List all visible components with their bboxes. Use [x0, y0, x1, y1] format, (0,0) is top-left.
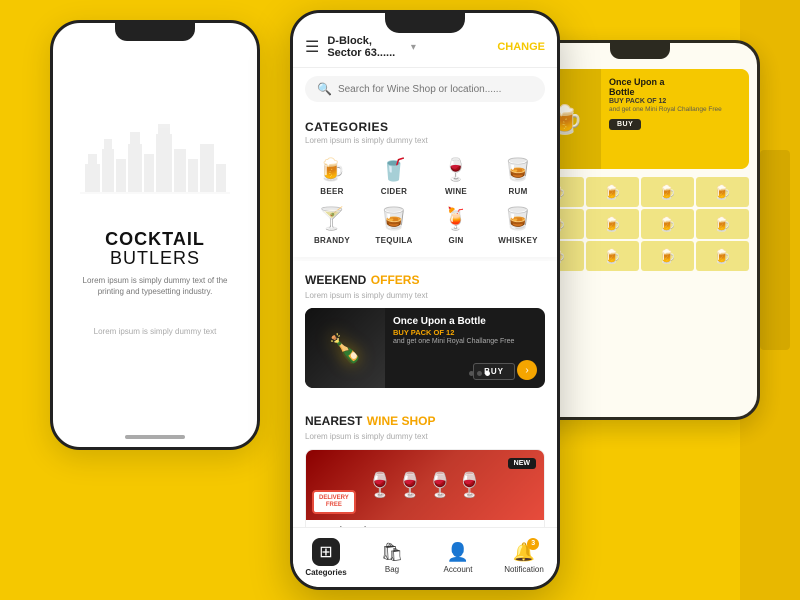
- offer-dots: [469, 371, 490, 376]
- home-indicator: [125, 435, 185, 439]
- location-arrow-icon: ▾: [411, 42, 416, 53]
- cat-gin[interactable]: 🍹 GIN: [429, 204, 483, 245]
- nearest-highlight-label: WINE SHOP: [367, 414, 436, 428]
- bag-nav-icon: 🛍: [381, 542, 404, 563]
- categories-nav-label: Categories: [305, 568, 346, 577]
- cat-tequila-label: TEQUILA: [375, 236, 412, 245]
- second-bottles-grid: 🍺 🍺 🍺 🍺 🍺 🍺 🍺 🍺 🍺 🍺 🍺 🍺: [531, 177, 749, 271]
- offer-free: and get one Mini Royal Challange Free: [393, 338, 537, 345]
- account-nav-label: Account: [444, 565, 473, 574]
- cat-beer[interactable]: 🍺 BEER: [305, 155, 359, 196]
- new-badge: NEW: [508, 458, 536, 469]
- categories-grid: 🍺 BEER 🥤 CIDER 🍷 WINE 🥃 RUM: [305, 155, 545, 245]
- phone-main: ☰ D-Block, Sector 63...... ▾ CHANGE 🔍 CA…: [290, 10, 560, 590]
- second-offer-card: 12 🍺 Once Upon aBottle BUY PACK OF 12 an…: [531, 69, 749, 169]
- tequila-icon: 🥃: [380, 204, 407, 234]
- categories-title: CATEGORIES: [305, 120, 545, 134]
- brandy-icon: 🍸: [318, 204, 345, 234]
- menu-icon[interactable]: ☰: [305, 37, 319, 57]
- second-offer-free: and get one Mini Royal Challange Free: [609, 106, 741, 113]
- app-title: COCKTAIL BUTLERS: [73, 230, 237, 270]
- cat-whiskey-label: WHISKEY: [498, 236, 537, 245]
- change-button[interactable]: CHANGE: [497, 41, 545, 53]
- cider-icon: 🥤: [380, 155, 407, 185]
- phone-left-notch: [115, 23, 195, 41]
- rum-icon: 🥃: [504, 155, 531, 185]
- nearest-subtitle: Lorem ipsum is simply dummy text: [305, 432, 545, 441]
- offers-section: WEEKEND OFFERS Lorem ipsum is simply dum…: [293, 261, 557, 398]
- cat-whiskey[interactable]: 🥃 WHISKEY: [491, 204, 545, 245]
- left-phone-content: COCKTAIL BUTLERS Lorem ipsum is simply d…: [53, 210, 257, 357]
- offer-pack: BUY PACK OF 12: [393, 328, 537, 337]
- categories-nav-icon: ⊞: [312, 538, 340, 566]
- location-text: D-Block, Sector 63......: [327, 35, 408, 59]
- offers-subtitle: Lorem ipsum is simply dummy text: [305, 291, 545, 300]
- offer-image: 🍾: [305, 308, 385, 388]
- app-subtitle: Lorem ipsum is simply dummy text of the …: [73, 275, 237, 297]
- whiskey-icon: 🥃: [504, 204, 531, 234]
- cat-wine-label: WINE: [445, 187, 467, 196]
- second-offer-pack: BUY PACK OF 12: [609, 98, 741, 105]
- cat-wine[interactable]: 🍷 WINE: [429, 155, 483, 196]
- dot-1: [469, 371, 474, 376]
- dot-3: [485, 371, 490, 376]
- cat-tequila[interactable]: 🥃 TEQUILA: [367, 204, 421, 245]
- nearest-title: NEAREST WINE SHOP: [305, 412, 545, 430]
- bg-right-inner: [760, 150, 790, 350]
- offer-card[interactable]: 🍾 Once Upon a Bottle BUY PACK OF 12 and …: [305, 308, 545, 388]
- cat-beer-label: BEER: [320, 187, 343, 196]
- nearest-label: NEAREST: [305, 414, 362, 428]
- cat-brandy-label: BRANDY: [314, 236, 350, 245]
- phone-left: COCKTAIL BUTLERS Lorem ipsum is simply d…: [50, 20, 260, 450]
- categories-section: CATEGORIES Lorem ipsum is simply dummy t…: [293, 110, 557, 257]
- cat-gin-label: GIN: [448, 236, 463, 245]
- search-icon: 🔍: [317, 82, 332, 96]
- search-input[interactable]: [338, 84, 533, 95]
- offer-title: Once Upon a Bottle: [393, 316, 537, 327]
- cat-cider-label: CIDER: [381, 187, 407, 196]
- categories-subtitle: Lorem ipsum is simply dummy text: [305, 136, 545, 145]
- bottle-icon: 🍾: [328, 332, 363, 365]
- phone-second-notch: [610, 43, 670, 59]
- screen-content[interactable]: CATEGORIES Lorem ipsum is simply dummy t…: [293, 110, 557, 587]
- offer-next-button[interactable]: ›: [517, 360, 537, 380]
- second-offer-title: Once Upon aBottle: [609, 77, 741, 97]
- dot-2: [477, 371, 482, 376]
- app-bottom-text: Lorem ipsum is simply dummy text: [94, 327, 217, 336]
- second-offer-content: Once Upon aBottle BUY PACK OF 12 and get…: [601, 69, 749, 169]
- delivery-badge: DELIVERYFREE: [312, 490, 356, 514]
- phone-main-notch: [385, 13, 465, 33]
- notification-badge: 3: [527, 538, 539, 550]
- nav-account[interactable]: 👤 Account: [425, 542, 491, 574]
- nav-categories[interactable]: ⊞ Categories: [293, 538, 359, 577]
- bag-nav-label: Bag: [385, 565, 399, 574]
- second-buy-button[interactable]: BUY: [609, 119, 641, 130]
- cat-rum-label: RUM: [508, 187, 527, 196]
- cat-rum[interactable]: 🥃 RUM: [491, 155, 545, 196]
- nav-notification[interactable]: 🔔 3 Notification: [491, 542, 557, 574]
- city-skyline-icon: [80, 114, 230, 194]
- grid-icon: ⊞: [312, 538, 340, 566]
- notification-nav-label: Notification: [504, 565, 544, 574]
- search-bar[interactable]: 🔍: [305, 76, 545, 102]
- nav-bag[interactable]: 🛍 Bag: [359, 542, 425, 574]
- offers-highlight-label: OFFERS: [371, 273, 420, 287]
- account-nav-icon: 👤: [447, 542, 469, 563]
- beer-icon: 🍺: [318, 155, 345, 185]
- cat-cider[interactable]: 🥤 CIDER: [367, 155, 421, 196]
- cat-brandy[interactable]: 🍸 BRANDY: [305, 204, 359, 245]
- notification-nav-icon: 🔔 3: [513, 542, 535, 563]
- phone-screen: ☰ D-Block, Sector 63...... ▾ CHANGE 🔍 CA…: [293, 13, 557, 587]
- gin-icon: 🍹: [442, 204, 469, 234]
- weekend-title: WEEKEND OFFERS: [305, 271, 545, 289]
- bottom-nav: ⊞ Categories 🛍 Bag 👤 Account 🔔 3 Notific…: [293, 527, 557, 587]
- weekend-label: WEEKEND: [305, 273, 366, 287]
- wine-icon: 🍷: [442, 155, 469, 185]
